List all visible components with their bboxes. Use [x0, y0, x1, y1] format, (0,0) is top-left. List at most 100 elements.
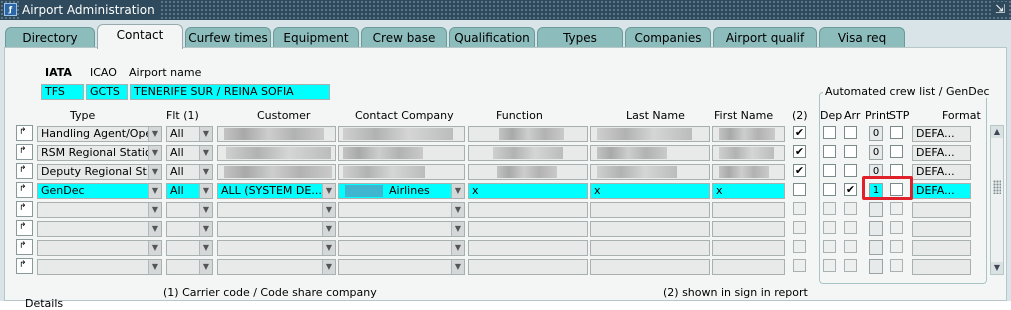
tab-crew-base[interactable]: Crew base — [361, 27, 447, 48]
customer-field[interactable] — [217, 164, 336, 180]
type-select[interactable]: ▼ — [37, 259, 162, 275]
stp-checkbox[interactable] — [890, 259, 903, 272]
tab-directory[interactable]: Directory — [5, 27, 95, 48]
type-select[interactable]: ▼ — [37, 221, 162, 237]
format-field[interactable]: DEFA... — [912, 145, 971, 161]
flt-select[interactable]: All ▼ — [166, 183, 213, 199]
stp-checkbox[interactable] — [890, 145, 903, 158]
tab-equipment[interactable]: Equipment — [273, 27, 359, 48]
customer-select[interactable]: ▼ — [217, 259, 336, 275]
type-select[interactable]: GenDec ▼ — [37, 183, 162, 199]
sign-in-report-checkbox[interactable] — [793, 221, 806, 234]
sign-in-report-checkbox[interactable]: ✔ — [793, 145, 806, 158]
flt-select[interactable]: ▼ — [166, 221, 213, 237]
arr-checkbox[interactable] — [844, 164, 857, 177]
format-field[interactable] — [912, 259, 971, 275]
customer-field[interactable] — [217, 145, 336, 161]
vertical-scrollbar[interactable]: ▲ ▼ — [990, 125, 1004, 275]
stp-checkbox[interactable] — [890, 202, 903, 215]
function-field[interactable] — [468, 145, 588, 161]
contact-company-select[interactable]: ▼ — [338, 202, 465, 218]
sign-in-report-checkbox[interactable] — [793, 183, 806, 196]
stp-checkbox[interactable] — [890, 126, 903, 139]
tab-contact[interactable]: Contact — [97, 24, 183, 49]
dep-checkbox[interactable] — [823, 221, 836, 234]
dep-checkbox[interactable] — [823, 164, 836, 177]
resize-window-icon[interactable]: ⇲ — [993, 2, 1007, 17]
last-name-field[interactable] — [590, 202, 710, 218]
contact-company-select[interactable]: ▼ — [338, 240, 465, 256]
function-field[interactable] — [468, 126, 588, 142]
sign-in-report-checkbox[interactable] — [793, 259, 806, 272]
contact-company-select[interactable]: ▼ — [338, 259, 465, 275]
dep-checkbox[interactable] — [823, 202, 836, 215]
row-select-button[interactable]: ↱ — [16, 201, 33, 217]
function-field[interactable] — [468, 202, 588, 218]
dep-checkbox[interactable] — [823, 183, 836, 196]
customer-select[interactable]: ▼ — [217, 240, 336, 256]
first-name-field[interactable]: x — [712, 183, 785, 199]
type-select[interactable]: Handling Agent/Ope... ▼ — [37, 126, 162, 142]
last-name-field[interactable] — [590, 221, 710, 237]
sign-in-report-checkbox[interactable] — [793, 202, 806, 215]
arr-checkbox[interactable] — [844, 259, 857, 272]
contact-company-select[interactable]: Airlines ▼ — [338, 183, 465, 199]
arr-checkbox[interactable] — [844, 221, 857, 234]
flt-select[interactable]: All ▼ — [166, 145, 213, 161]
tab-curfew-times[interactable]: Curfew times — [185, 27, 271, 48]
stp-checkbox[interactable] — [890, 240, 903, 253]
function-field[interactable] — [468, 221, 588, 237]
type-select[interactable]: RSM Regional Statio... ▼ — [37, 145, 162, 161]
last-name-field[interactable] — [590, 259, 710, 275]
first-name-field[interactable] — [712, 202, 785, 218]
print-count-field[interactable] — [869, 221, 883, 236]
function-field[interactable] — [468, 240, 588, 256]
tab-visa-req[interactable]: Visa req — [819, 27, 905, 48]
print-count-field[interactable] — [869, 240, 883, 255]
first-name-field[interactable] — [712, 259, 785, 275]
function-field[interactable]: x — [468, 183, 588, 199]
scroll-up-icon[interactable]: ▲ — [991, 126, 1003, 138]
type-select[interactable]: ▼ — [37, 202, 162, 218]
scroll-thumb[interactable] — [993, 180, 1001, 194]
function-field[interactable] — [468, 259, 588, 275]
last-name-field[interactable] — [590, 126, 710, 142]
format-field[interactable] — [912, 221, 971, 237]
type-select[interactable]: ▼ — [37, 240, 162, 256]
tab-types[interactable]: Types — [537, 27, 623, 48]
iata-field[interactable]: TFS — [41, 84, 84, 100]
first-name-field[interactable] — [712, 240, 785, 256]
format-field[interactable] — [912, 240, 971, 256]
icao-field[interactable]: GCTS — [86, 84, 128, 100]
airport-name-field[interactable]: TENERIFE SUR / REINA SOFIA — [130, 84, 330, 100]
arr-checkbox[interactable] — [844, 240, 857, 253]
row-select-button[interactable]: ↱ — [16, 163, 33, 179]
dep-checkbox[interactable] — [823, 145, 836, 158]
arr-checkbox[interactable] — [844, 126, 857, 139]
dep-checkbox[interactable] — [823, 126, 836, 139]
row-select-button[interactable]: ↱ — [16, 144, 33, 160]
contact-company-select[interactable]: ▼ — [338, 221, 465, 237]
flt-select[interactable]: ▼ — [166, 202, 213, 218]
arr-checkbox[interactable]: ✔ — [844, 183, 857, 196]
print-count-field[interactable] — [869, 202, 883, 217]
stp-checkbox[interactable] — [890, 221, 903, 234]
customer-select[interactable]: ▼ — [217, 202, 336, 218]
sign-in-report-checkbox[interactable]: ✔ — [793, 126, 806, 139]
arr-checkbox[interactable] — [844, 145, 857, 158]
contact-company-field[interactable] — [338, 164, 465, 180]
row-select-button[interactable]: ↱ — [16, 258, 33, 274]
tab-airport-qualif-type[interactable]: Airport qualif type — [713, 27, 817, 65]
row-select-button[interactable]: ↱ — [16, 125, 33, 141]
sign-in-report-checkbox[interactable]: ✔ — [793, 164, 806, 177]
row-select-button[interactable]: ↱ — [16, 220, 33, 236]
format-field[interactable]: DEFA... — [912, 164, 971, 180]
customer-select[interactable]: ▼ — [217, 221, 336, 237]
last-name-field[interactable] — [590, 164, 710, 180]
row-select-button[interactable]: ↱ — [16, 182, 33, 198]
print-count-field[interactable] — [869, 259, 883, 274]
arr-checkbox[interactable] — [844, 202, 857, 215]
contact-company-field[interactable] — [338, 126, 465, 142]
format-field[interactable]: DEFA... — [912, 126, 971, 142]
first-name-field[interactable] — [712, 164, 785, 180]
